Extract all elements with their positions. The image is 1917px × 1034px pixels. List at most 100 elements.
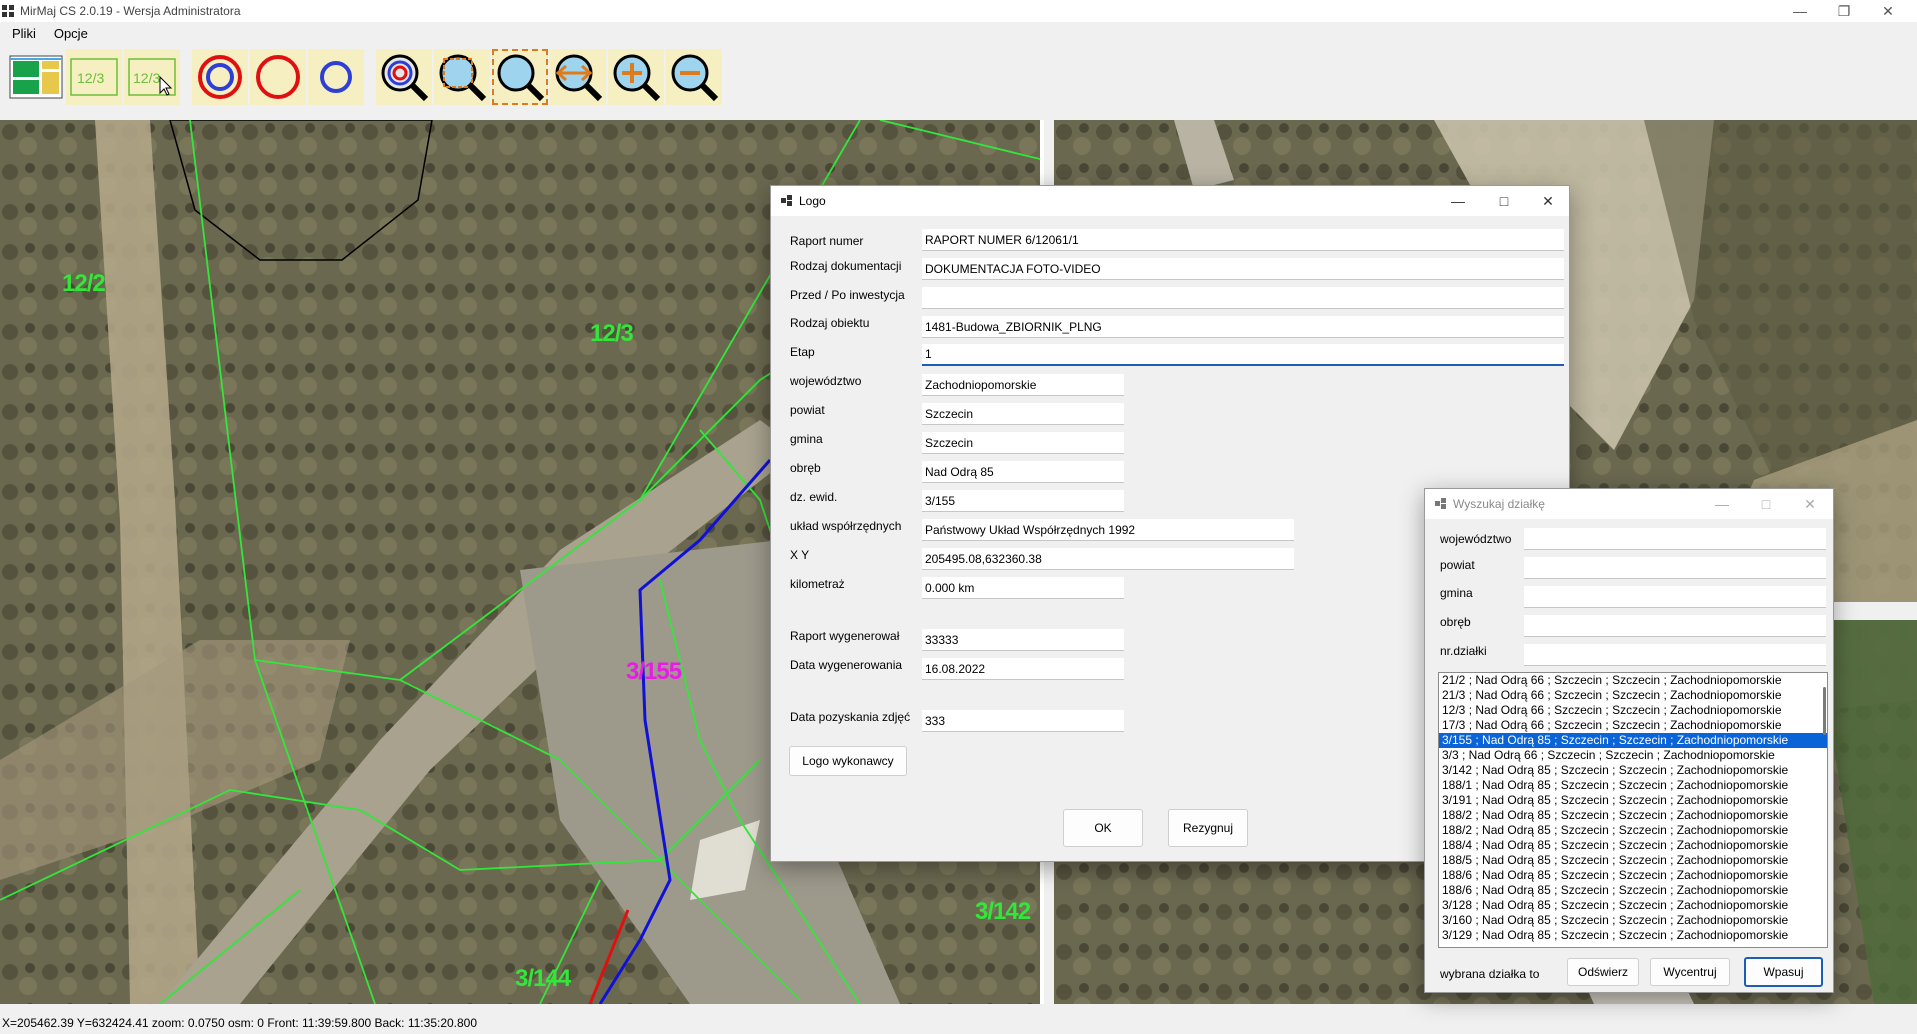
wpasuj-button[interactable]: Wpasuj: [1744, 957, 1823, 987]
label-search-wojewodztwo: województwo: [1440, 532, 1512, 546]
odswierz-button[interactable]: Odświerz: [1567, 958, 1639, 986]
parcel-number-button[interactable]: 12/3: [66, 49, 122, 105]
toolbar-spacer-2: [366, 49, 374, 105]
label-xy: X Y: [790, 548, 810, 562]
label-search-gmina: gmina: [1440, 586, 1473, 600]
double-circle-icon: [198, 55, 242, 99]
label-search-powiat: powiat: [1440, 558, 1475, 572]
uklad-wspolrzednych-field[interactable]: Państwowy Układ Współrzędnych 1992: [922, 519, 1294, 541]
data-pozyskania-field[interactable]: 333: [922, 710, 1124, 732]
list-item[interactable]: 3/191 ; Nad Odrą 85 ; Szczecin ; Szczeci…: [1439, 793, 1827, 808]
list-item[interactable]: 188/4 ; Nad Odrą 85 ; Szczecin ; Szczeci…: [1439, 838, 1827, 853]
list-item[interactable]: 21/2 ; Nad Odrą 66 ; Szczecin ; Szczecin…: [1439, 673, 1827, 688]
obreb-field[interactable]: Nad Odrą 85: [922, 461, 1124, 483]
minimize-icon[interactable]: —: [1778, 0, 1822, 22]
list-item[interactable]: 21/3 ; Nad Odrą 66 ; Szczecin ; Szczecin…: [1439, 688, 1827, 703]
gmina-field[interactable]: Szczecin: [922, 432, 1124, 454]
list-item[interactable]: 188/6 ; Nad Odrą 85 ; Szczecin ; Szczeci…: [1439, 868, 1827, 883]
logo-close-icon[interactable]: ✕: [1525, 186, 1571, 216]
etap-field[interactable]: 1: [922, 344, 1564, 366]
data-wygenerowania-field[interactable]: 16.08.2022: [922, 658, 1124, 680]
parcel-pick-button[interactable]: 12/3: [124, 49, 180, 105]
circle-blue-button[interactable]: [308, 49, 364, 105]
dialog-app-icon: [781, 195, 792, 206]
menu-opcje[interactable]: Opcje: [54, 26, 88, 41]
label-data-wygenerowania: Data wygenerowania: [790, 658, 903, 672]
layers-icon: [9, 55, 63, 99]
circle-red-button[interactable]: [250, 49, 306, 105]
parcel-label-3-155: 3/155: [626, 658, 682, 685]
wojewodztwo-field[interactable]: Zachodniopomorskie: [922, 374, 1124, 396]
label-search-obreb: obręb: [1440, 615, 1471, 629]
restore-icon[interactable]: ❐: [1822, 0, 1866, 22]
list-item[interactable]: 3/3 ; Nad Odrą 66 ; Szczecin ; Szczecin …: [1439, 748, 1827, 763]
label-powiat: powiat: [790, 403, 825, 417]
raport-wygenerowal-field[interactable]: 33333: [922, 629, 1124, 651]
list-item[interactable]: 3/129 ; Nad Odrą 85 ; Szczecin ; Szczeci…: [1439, 928, 1827, 943]
parcel-label-12-3: 12/3: [590, 320, 634, 347]
parcel-label-3-144: 3/144: [515, 965, 571, 992]
blue-circle-icon: [320, 61, 352, 93]
search-minimize-icon[interactable]: —: [1699, 489, 1745, 519]
search-obreb-field[interactable]: [1524, 615, 1826, 637]
status-bar: X=205462.39 Y=632424.41 zoom: 0.0750 osm…: [0, 1011, 1917, 1034]
search-nr-dzialki-field[interactable]: [1524, 644, 1826, 666]
ok-button[interactable]: OK: [1063, 809, 1143, 847]
list-item[interactable]: 188/6 ; Nad Odrą 85 ; Szczecin ; Szczeci…: [1439, 883, 1827, 898]
menu-pliki[interactable]: Pliki: [12, 26, 36, 41]
search-wojewodztwo-field[interactable]: [1524, 528, 1826, 550]
circle-double-button[interactable]: [192, 49, 248, 105]
label-raport-numer: Raport numer: [790, 234, 864, 248]
list-item[interactable]: 17/3 ; Nad Odrą 66 ; Szczecin ; Szczecin…: [1439, 718, 1827, 733]
wycentruj-button[interactable]: Wycentruj: [1650, 958, 1730, 986]
label-wojewodztwo: województwo: [790, 374, 862, 388]
logo-dialog-titlebar: Logo — □ ✕: [771, 186, 1569, 216]
parcel-results-list[interactable]: 21/2 ; Nad Odrą 66 ; Szczecin ; Szczecin…: [1438, 672, 1828, 948]
zoom-in-button[interactable]: [608, 49, 664, 105]
powiat-field[interactable]: Szczecin: [922, 403, 1124, 425]
parcel-label-3-142: 3/142: [975, 898, 1031, 925]
layers-button[interactable]: [8, 49, 64, 105]
search-gmina-field[interactable]: [1524, 586, 1826, 608]
parcel-label-icon: 12/3: [70, 58, 118, 96]
list-item[interactable]: 188/2 ; Nad Odrą 85 ; Szczecin ; Szczeci…: [1439, 808, 1827, 823]
search-dialog-titlebar: Wyszukaj działkę — □ ✕: [1425, 489, 1833, 519]
logo-maximize-icon[interactable]: □: [1481, 186, 1527, 216]
list-item[interactable]: 188/5 ; Nad Odrą 85 ; Szczecin ; Szczeci…: [1439, 853, 1827, 868]
xy-field[interactable]: 205495.08,632360.38: [922, 548, 1294, 570]
raport-numer-field[interactable]: RAPORT NUMER 6/12061/1: [922, 229, 1564, 251]
logo-dialog-title: Logo: [799, 194, 826, 208]
close-icon[interactable]: ✕: [1866, 0, 1910, 22]
label-etap: Etap: [790, 345, 815, 359]
rodzaj-dokumentacji-field[interactable]: DOKUMENTACJA FOTO-VIDEO: [922, 258, 1564, 280]
list-item[interactable]: 12/3 ; Nad Odrą 66 ; Szczecin ; Szczecin…: [1439, 703, 1827, 718]
search-close-icon[interactable]: ✕: [1787, 489, 1833, 519]
list-item[interactable]: 3/160 ; Nad Odrą 85 ; Szczecin ; Szczeci…: [1439, 913, 1827, 928]
zoom-pan-button[interactable]: [550, 49, 606, 105]
list-item[interactable]: 3/142 ; Nad Odrą 85 ; Szczecin ; Szczeci…: [1439, 763, 1827, 778]
rodzaj-obiektu-field[interactable]: 1481-Budowa_ZBIORNIK_PLNG: [922, 316, 1564, 338]
red-circle-icon: [256, 55, 300, 99]
zoom-out-button[interactable]: [666, 49, 722, 105]
zoom-extent-button[interactable]: [492, 49, 548, 105]
search-powiat-field[interactable]: [1524, 557, 1826, 579]
list-item-selected[interactable]: 3/155 ; Nad Odrą 85 ; Szczecin ; Szczeci…: [1439, 733, 1827, 748]
toolbar: 12/3 12/3: [0, 46, 1917, 108]
kilometraz-field[interactable]: 0.000 km: [922, 577, 1124, 599]
logo-minimize-icon[interactable]: —: [1435, 186, 1481, 216]
list-item[interactable]: 188/2 ; Nad Odrą 85 ; Szczecin ; Szczeci…: [1439, 823, 1827, 838]
zoom-target-button[interactable]: [376, 49, 432, 105]
logo-wykonawcy-button[interactable]: Logo wykonawcy: [789, 746, 907, 776]
zoom-window-button[interactable]: [434, 49, 490, 105]
dz-ewid-field[interactable]: 3/155: [922, 490, 1124, 512]
list-item[interactable]: 188/1 ; Nad Odrą 85 ; Szczecin ; Szczeci…: [1439, 778, 1827, 793]
parcel-pick-icon: 12/3: [128, 58, 176, 96]
label-rodzaj-dokumentacji: Rodzaj dokumentacji: [790, 259, 902, 273]
przed-po-field[interactable]: [922, 287, 1564, 309]
results-scrollbar[interactable]: [1823, 687, 1826, 735]
rezygnuj-button[interactable]: Rezygnuj: [1168, 809, 1248, 847]
list-item[interactable]: 3/128 ; Nad Odrą 85 ; Szczecin ; Szczeci…: [1439, 898, 1827, 913]
label-przed-po: Przed / Po inwestycja: [790, 288, 905, 302]
search-maximize-icon[interactable]: □: [1743, 489, 1789, 519]
